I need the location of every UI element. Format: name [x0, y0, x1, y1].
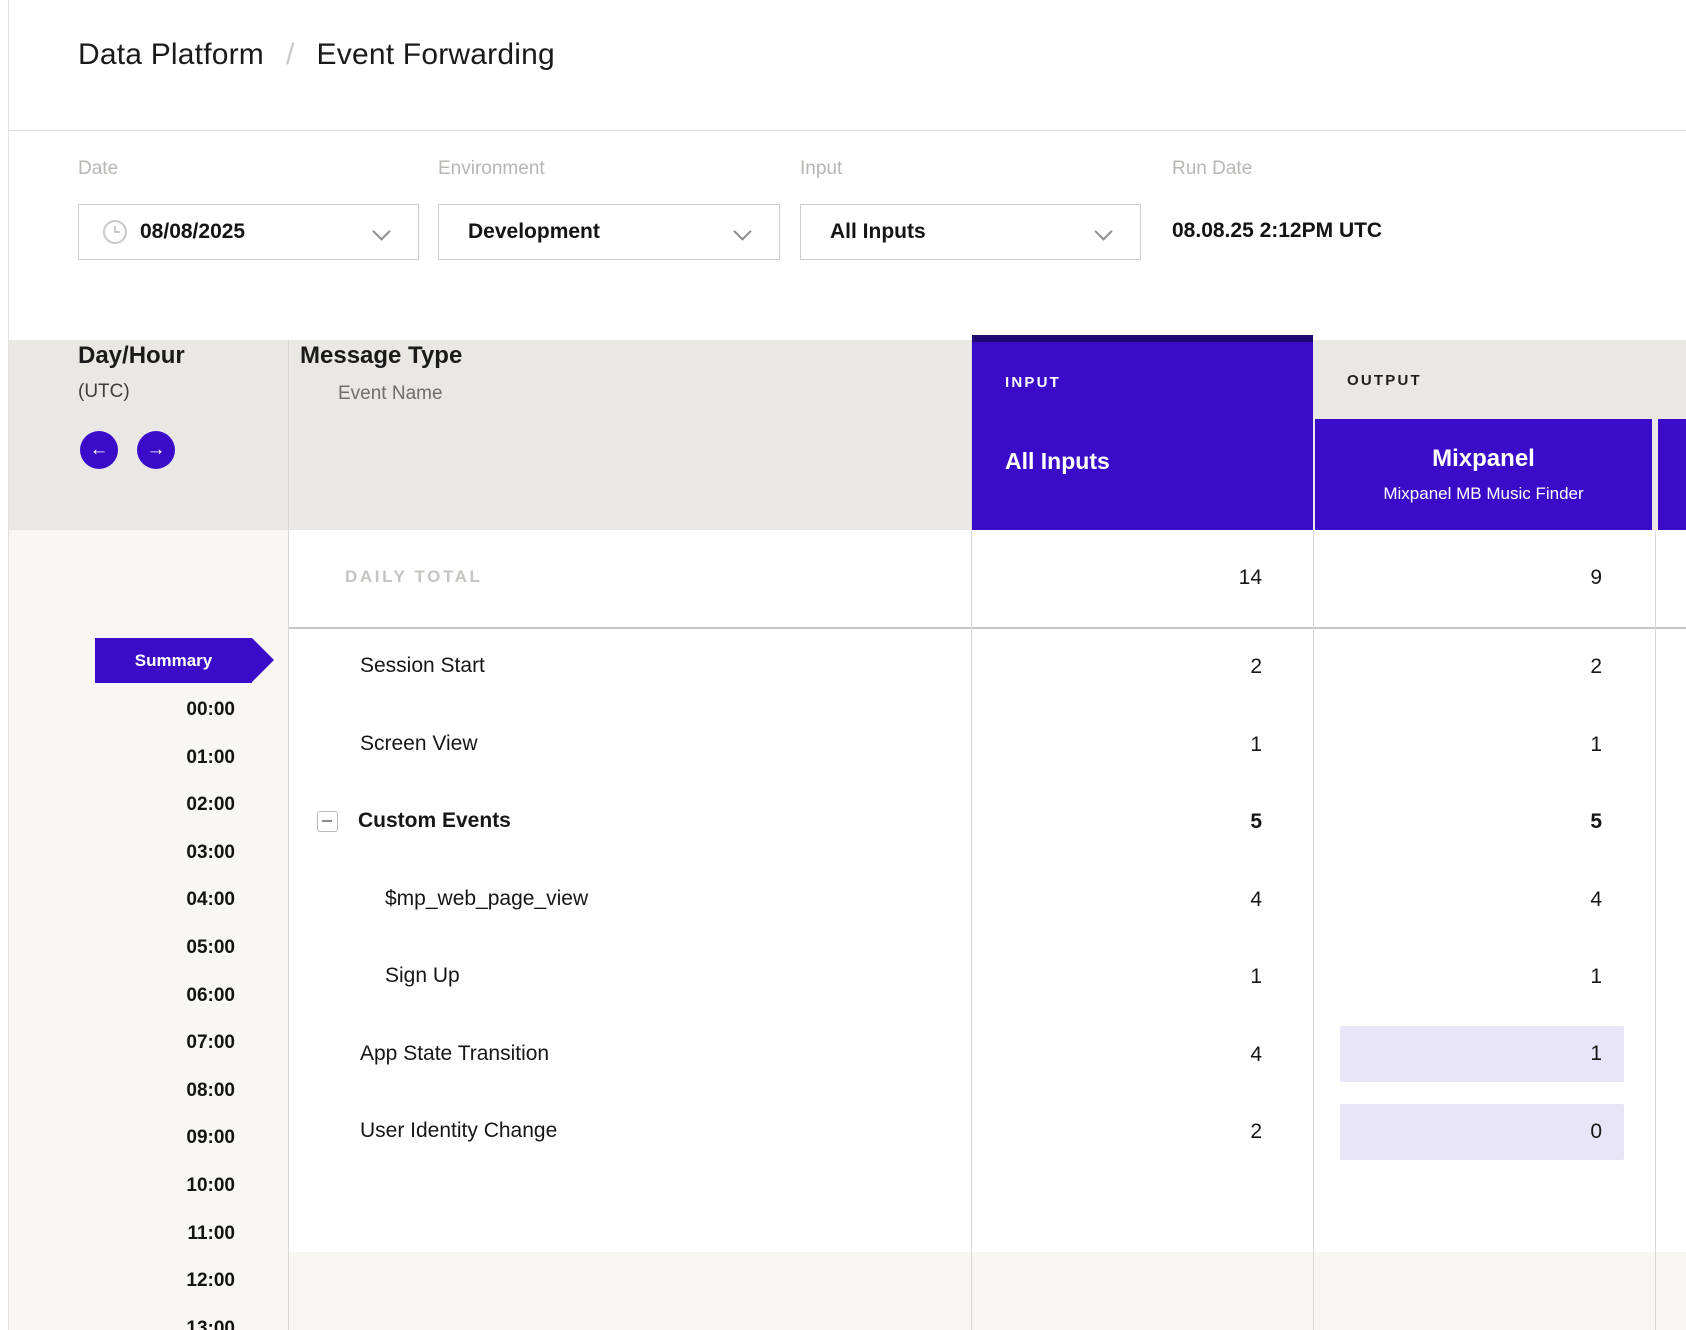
table-row: User Identity Change 2 0 [288, 1093, 1686, 1170]
breadcrumb: Data Platform / Event Forwarding [78, 38, 555, 72]
environment-value: Development [468, 220, 600, 244]
input-label: Input [800, 158, 842, 180]
summary-tab-label: Summary [95, 638, 252, 683]
event-row-label: Custom Events [358, 809, 511, 833]
page-title: Event Forwarding [317, 38, 555, 71]
table-row: Session Start 2 2 [288, 628, 1686, 705]
right-column-divider [1655, 530, 1656, 1330]
summary-tab[interactable]: Summary [95, 638, 252, 683]
hour-row[interactable]: 08:00 [9, 1067, 235, 1115]
output-column-truncated[interactable] [1658, 419, 1686, 531]
daily-total-output: 9 [1315, 566, 1602, 590]
hour-row[interactable]: 03:00 [9, 829, 235, 877]
table-row: Custom Events 5 5 [288, 783, 1686, 860]
input-value: All Inputs [830, 220, 926, 244]
summary-tab-arrow [252, 638, 274, 682]
input-count-cell: 4 [972, 861, 1262, 938]
run-date-label: Run Date [1172, 158, 1252, 180]
previous-day-button[interactable]: ← [80, 431, 118, 469]
output-column-title: Mixpanel [1315, 445, 1652, 473]
arrow-left-icon: ← [90, 439, 109, 460]
daily-total-input: 14 [972, 566, 1262, 590]
input-count-cell: 5 [972, 783, 1262, 860]
table-footer-area [288, 1252, 1686, 1330]
hour-row[interactable]: 06:00 [9, 972, 235, 1020]
chevron-down-icon [1094, 222, 1112, 240]
input-column-title: All Inputs [1005, 448, 1110, 475]
input-count-cell: 4 [972, 1016, 1262, 1093]
next-day-button[interactable]: → [137, 431, 175, 469]
input-eyebrow: INPUT [1005, 374, 1061, 391]
day-hour-subtitle: (UTC) [78, 381, 130, 403]
environment-dropdown[interactable]: Development [438, 204, 780, 260]
event-row-label: Session Start [360, 654, 485, 678]
event-row-label: $mp_web_page_view [385, 887, 588, 911]
chevron-down-icon [733, 222, 751, 240]
event-row-label: Screen View [360, 732, 478, 756]
output-eyebrow: OUTPUT [1347, 372, 1422, 389]
input-count-cell: 1 [972, 938, 1262, 1015]
hour-list: 00:0001:0002:0003:0004:0005:0006:0007:00… [9, 686, 235, 1330]
input-dropdown[interactable]: All Inputs [800, 204, 1141, 260]
hour-row[interactable]: 07:00 [9, 1019, 235, 1067]
output-count-cell: 2 [1340, 628, 1624, 705]
table-row: Sign Up 1 1 [288, 938, 1686, 1015]
output-count-cell: 1 [1340, 706, 1624, 783]
output-count-cell: 1 [1340, 1026, 1624, 1082]
filter-bar: Date Environment Input Run Date 08/08/20… [9, 131, 1686, 340]
run-date-value: 08.08.25 2:12PM UTC [1172, 219, 1382, 243]
output-column-header[interactable]: Mixpanel Mixpanel MB Music Finder [1315, 419, 1652, 531]
event-name-subtitle: Event Name [338, 383, 443, 405]
minus-square-icon[interactable] [317, 811, 338, 832]
event-row-label: User Identity Change [360, 1119, 557, 1143]
top-bar: Data Platform / Event Forwarding [9, 0, 1686, 131]
table-row: $mp_web_page_view 4 4 [288, 861, 1686, 938]
environment-label: Environment [438, 158, 545, 180]
date-label: Date [78, 158, 118, 180]
input-count-cell: 2 [972, 1093, 1262, 1170]
event-forwarding-page: Data Platform / Event Forwarding Date Envi… [0, 0, 1686, 1330]
hour-row[interactable]: 12:00 [9, 1257, 235, 1305]
day-hour-title: Day/Hour [78, 342, 185, 370]
event-row-label: App State Transition [360, 1042, 549, 1066]
arrow-right-icon: → [147, 439, 166, 460]
hour-row[interactable]: 10:00 [9, 1162, 235, 1210]
chevron-down-icon [372, 222, 390, 240]
date-value: 08/08/2025 [140, 220, 245, 244]
selected-column-strip [972, 335, 1313, 342]
hour-row[interactable]: 11:00 [9, 1210, 235, 1258]
clock-icon [103, 220, 127, 244]
table-row: App State Transition 4 1 [288, 1016, 1686, 1093]
daily-total-label: DAILY TOTAL [345, 567, 483, 587]
hour-column-divider [288, 340, 289, 1330]
message-type-title: Message Type [300, 342, 462, 370]
hour-row[interactable]: 05:00 [9, 924, 235, 972]
hour-row[interactable]: 01:00 [9, 734, 235, 782]
hour-row[interactable]: 09:00 [9, 1114, 235, 1162]
hour-row[interactable]: 13:00 [9, 1305, 235, 1330]
input-count-cell: 1 [972, 706, 1262, 783]
input-column-divider [971, 340, 972, 1330]
output-count-cell: 0 [1340, 1104, 1624, 1160]
breadcrumb-separator: / [286, 38, 295, 71]
hour-row[interactable]: 04:00 [9, 876, 235, 924]
output-column-subtitle: Mixpanel MB Music Finder [1315, 484, 1652, 504]
date-dropdown[interactable]: 08/08/2025 [78, 204, 419, 260]
output-count-cell: 1 [1340, 938, 1624, 1015]
breadcrumb-section[interactable]: Data Platform [78, 38, 264, 71]
hour-row[interactable]: 00:00 [9, 686, 235, 734]
event-row-label: Sign Up [385, 964, 460, 988]
table-row: Screen View 1 1 [288, 706, 1686, 783]
output-count-cell: 4 [1340, 861, 1624, 938]
hour-row[interactable]: 02:00 [9, 781, 235, 829]
input-count-cell: 2 [972, 628, 1262, 705]
output-column-divider [1313, 530, 1314, 1330]
input-column-header[interactable]: INPUT All Inputs [972, 335, 1313, 532]
output-count-cell: 5 [1340, 783, 1624, 860]
